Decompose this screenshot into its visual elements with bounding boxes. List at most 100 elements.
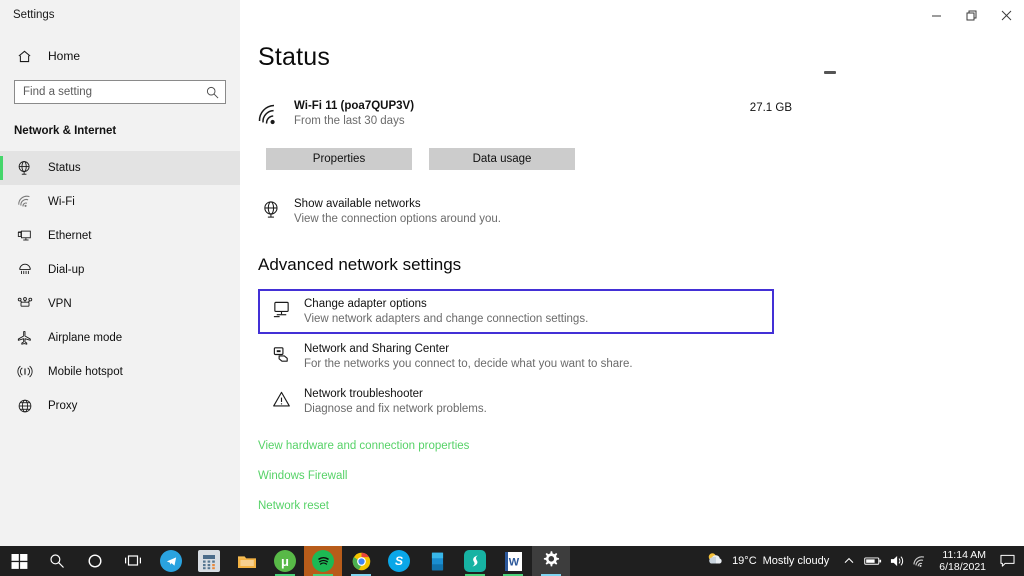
sidebar-item-status[interactable]: Status [0, 151, 240, 185]
system-tray: 19°C Mostly cloudy 11:14 AM 6/18/2021 [698, 546, 1024, 576]
properties-button[interactable]: Properties [266, 148, 412, 170]
sidebar-item-dialup[interactable]: Dial-up [0, 253, 240, 287]
network-and-sharing-center-item[interactable]: Network and Sharing Center For the netwo… [258, 334, 774, 379]
view-hardware-properties-link[interactable]: View hardware and connection properties [258, 440, 469, 452]
advanced-settings-list: Change adapter options View network adap… [258, 289, 1024, 424]
sidebar-item-airplane-mode[interactable]: Airplane mode [0, 321, 240, 355]
chevron-up-icon[interactable] [837, 546, 861, 576]
data-used-value: 27.1 GB [749, 102, 792, 114]
sidebar-item-wifi[interactable]: Wi-Fi [0, 185, 240, 219]
search-button[interactable] [38, 546, 76, 576]
file-explorer-app[interactable] [228, 546, 266, 576]
battery-icon[interactable] [861, 546, 885, 576]
home-icon [16, 48, 33, 65]
skype-app[interactable]: S [380, 546, 418, 576]
network-status-text: Wi-Fi 11 (poa7QUP3V) From the last 30 da… [294, 100, 414, 127]
network-status-card: Wi-Fi 11 (poa7QUP3V) From the last 30 da… [258, 100, 1024, 131]
search-input[interactable] [15, 86, 225, 98]
spotify-app[interactable] [304, 546, 342, 576]
sidebar-item-home[interactable]: Home [0, 41, 240, 71]
volume-icon[interactable] [885, 546, 909, 576]
title-bar: Settings [0, 0, 1024, 30]
text-cursor-artifact [824, 71, 836, 74]
title-bar-drag-area[interactable] [240, 0, 919, 30]
sidebar-item-label: Proxy [48, 400, 78, 412]
sidebar-item-ethernet[interactable]: Ethernet [0, 219, 240, 253]
network-reset-link[interactable]: Network reset [258, 500, 329, 512]
change-adapter-options-text: Change adapter options View network adap… [304, 298, 588, 325]
show-available-networks-text: Show available networks View the connect… [294, 198, 501, 225]
search-container [0, 71, 240, 104]
utorrent-icon: μ [274, 550, 296, 572]
network-and-sharing-center-text: Network and Sharing Center For the netwo… [304, 343, 633, 370]
surfshark-app[interactable] [456, 546, 494, 576]
wifi-icon[interactable] [909, 546, 933, 576]
weather-widget[interactable]: 19°C Mostly cloudy [698, 551, 837, 572]
chrome-app[interactable] [342, 546, 380, 576]
start-button[interactable] [0, 546, 38, 576]
action-center-icon[interactable] [994, 546, 1020, 576]
sidebar-item-label: Ethernet [48, 230, 92, 242]
warning-triangle-icon [268, 388, 294, 409]
phone-link-app[interactable] [418, 546, 456, 576]
window-controls [919, 0, 1024, 30]
wifi-icon [16, 194, 33, 211]
windows-firewall-link[interactable]: Windows Firewall [258, 470, 347, 482]
calculator-icon [198, 550, 220, 572]
spotify-icon [312, 550, 334, 572]
row-title: Show available networks [294, 198, 421, 210]
adv-title: Network and Sharing Center [304, 343, 450, 355]
title-bar-left: Settings [0, 0, 240, 30]
surfshark-icon [464, 550, 486, 572]
utorrent-app[interactable]: μ [266, 546, 304, 576]
chrome-icon [350, 550, 372, 572]
main-content: Status Wi-Fi 11 (poa7QUP3V) From the las… [240, 30, 1024, 546]
show-available-networks-item[interactable]: Show available networks View the connect… [258, 198, 1024, 225]
sharing-icon [268, 343, 294, 364]
word-icon: W [504, 551, 522, 571]
close-button[interactable] [989, 0, 1024, 30]
page-title: Status [258, 43, 331, 71]
wifi-signal-icon [258, 100, 284, 131]
telegram-app[interactable] [152, 546, 190, 576]
network-troubleshooter-item[interactable]: Network troubleshooter Diagnose and fix … [258, 379, 774, 424]
advanced-settings-heading: Advanced network settings [258, 255, 462, 274]
task-view-button[interactable] [114, 546, 152, 576]
sidebar-item-vpn[interactable]: VPN [0, 287, 240, 321]
weather-temperature: 19°C [732, 555, 757, 567]
adv-subtitle: View network adapters and change connect… [304, 313, 589, 325]
adv-title: Change adapter options [304, 298, 427, 310]
data-usage-button[interactable]: Data usage [429, 148, 575, 170]
weather-condition: Mostly cloudy [762, 555, 830, 567]
sidebar-nav: Status Wi-Fi Ethernet Dial-up VPN Airpla… [0, 151, 240, 423]
sidebar-item-mobile-hotspot[interactable]: Mobile hotspot [0, 355, 240, 389]
ethernet-icon [16, 228, 33, 245]
word-app[interactable]: W [494, 546, 532, 576]
window-title: Settings [13, 9, 55, 21]
clock-time: 11:14 AM [942, 548, 986, 561]
hotspot-icon [16, 364, 33, 381]
network-troubleshooter-text: Network troubleshooter Diagnose and fix … [304, 388, 487, 415]
clock[interactable]: 11:14 AM 6/18/2021 [933, 549, 994, 573]
change-adapter-options-item[interactable]: Change adapter options View network adap… [258, 289, 774, 334]
search-box[interactable] [14, 80, 226, 104]
settings-app[interactable] [532, 546, 570, 576]
globe-icon [16, 160, 33, 177]
restore-button[interactable] [954, 0, 989, 30]
cortana-button[interactable] [76, 546, 114, 576]
sidebar-item-label: Airplane mode [48, 332, 123, 344]
monitor-icon [268, 298, 294, 319]
adv-subtitle: Diagnose and fix network problems. [304, 403, 487, 415]
home-label: Home [48, 49, 81, 63]
dialup-icon [16, 262, 33, 279]
sidebar-item-label: Dial-up [48, 264, 85, 276]
row-subtitle: View the connection options around you. [294, 213, 501, 225]
sidebar-item-proxy[interactable]: Proxy [0, 389, 240, 423]
minimize-button[interactable] [919, 0, 954, 30]
adv-subtitle: For the networks you connect to, decide … [304, 358, 633, 370]
search-icon [206, 86, 219, 104]
telegram-icon [160, 550, 182, 572]
calculator-app[interactable] [190, 546, 228, 576]
adv-title: Network troubleshooter [304, 388, 423, 400]
sidebar-item-label: Wi-Fi [48, 196, 75, 208]
